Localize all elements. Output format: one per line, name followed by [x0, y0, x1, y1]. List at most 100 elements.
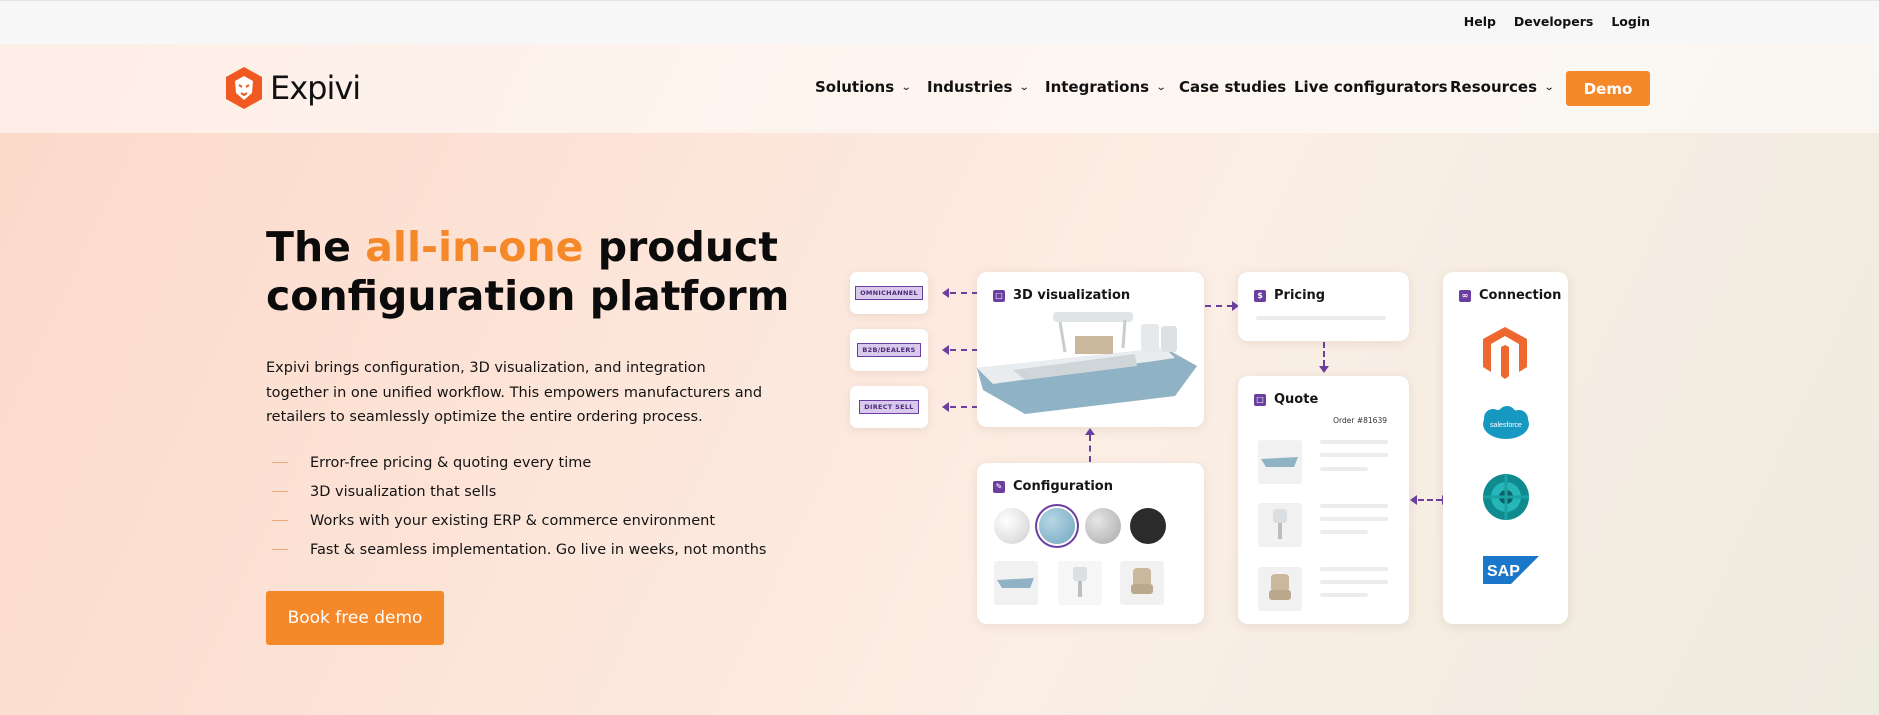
arrow-head — [1410, 495, 1417, 505]
card-title-text: Pricing — [1274, 288, 1326, 303]
channel-label: OMNICHANNEL — [855, 286, 923, 300]
bullet-dash — [272, 520, 288, 521]
brand-logo[interactable]: Expivi — [224, 66, 361, 110]
connection-title: ∞ Connection — [1459, 288, 1561, 303]
channel-b2b-dealers: B2B/DEALERS — [850, 329, 928, 371]
arrow-head — [942, 402, 949, 412]
arrow-line — [1418, 499, 1442, 501]
engine-option[interactable] — [1058, 561, 1102, 605]
nav-industries-label: Industries — [927, 78, 1013, 96]
headline-part: The — [266, 223, 366, 271]
placeholder-bar — [1320, 504, 1388, 508]
placeholder-bar — [1320, 453, 1388, 457]
document-icon: □ — [1254, 393, 1266, 406]
visualization-card: □ 3D visualization — [977, 272, 1204, 427]
arrow-line — [1089, 435, 1091, 462]
arrow-head — [942, 345, 949, 355]
chevron-down-icon: ⌄ — [1019, 81, 1031, 93]
channel-direct-sell: DIRECT SELL — [850, 386, 928, 428]
nav-resources-label: Resources — [1450, 78, 1538, 96]
brand-name: Expivi — [270, 69, 361, 107]
placeholder-bar — [1256, 316, 1386, 320]
card-title-text: Configuration — [1013, 479, 1113, 494]
channel-omnichannel: OMNICHANNEL — [850, 272, 928, 314]
nav-live-configurators[interactable]: Live configurators — [1294, 78, 1448, 96]
list-item-text: 3D visualization that sells — [310, 483, 497, 500]
list-item: Error-free pricing & quoting every time — [272, 448, 766, 477]
card-title-text: Quote — [1274, 392, 1319, 407]
hull-thumbnail — [1258, 440, 1302, 484]
nav-case-studies-label: Case studies — [1179, 78, 1287, 96]
cube-icon: □ — [993, 289, 1005, 302]
help-link[interactable]: Help — [1464, 14, 1496, 29]
list-item-text: Error-free pricing & quoting every time — [310, 454, 592, 471]
placeholder-bar — [1320, 467, 1368, 471]
dollar-icon: $ — [1254, 289, 1266, 302]
color-swatch[interactable] — [994, 508, 1030, 544]
placeholder-bar — [1320, 530, 1368, 534]
developers-link[interactable]: Developers — [1514, 14, 1593, 29]
placeholder-bar — [1320, 517, 1388, 521]
list-item-text: Works with your existing ERP & commerce … — [310, 512, 716, 529]
quote-card: □ Quote Order #81639 — [1238, 376, 1409, 624]
color-swatch[interactable] — [1085, 508, 1121, 544]
demo-button[interactable]: Demo — [1566, 71, 1650, 106]
channel-label: DIRECT SELL — [859, 400, 919, 414]
login-link[interactable]: Login — [1611, 14, 1650, 29]
bullet-dash — [272, 491, 288, 492]
nav-live-configurators-label: Live configurators — [1294, 78, 1448, 96]
placeholder-bar — [1320, 567, 1388, 571]
engine-thumbnail — [1258, 503, 1302, 547]
utility-bar: Help Developers Login — [0, 0, 1879, 44]
visualization-title: □ 3D visualization — [993, 288, 1130, 303]
card-title-text: Connection — [1479, 288, 1562, 303]
lion-head-icon — [226, 67, 262, 109]
nav-solutions[interactable]: Solutions ⌄ — [815, 78, 912, 96]
hero-intro: Expivi brings configuration, 3D visualiz… — [266, 360, 763, 425]
boat-image — [977, 312, 1197, 414]
sap-logo: SAP — [1483, 556, 1539, 584]
chevron-down-icon: ⌄ — [1543, 81, 1555, 93]
connection-card: ∞ Connection salesforce SAP — [1443, 272, 1568, 624]
arrow-head — [1085, 428, 1095, 435]
chevron-down-icon: ⌄ — [900, 81, 912, 93]
arrow-line — [1205, 305, 1233, 307]
list-item-text: Fast & seamless implementation. Go live … — [310, 541, 767, 558]
color-swatch[interactable] — [1130, 508, 1166, 544]
list-item: Works with your existing ERP & commerce … — [272, 506, 766, 535]
headline-accent: all-in-one — [365, 223, 584, 271]
utility-links: Help Developers Login — [1464, 14, 1650, 29]
dynamics-logo — [1483, 474, 1529, 520]
placeholder-bar — [1320, 440, 1388, 444]
nav-solutions-label: Solutions — [815, 78, 895, 96]
bullet-dash — [272, 549, 288, 550]
nav-resources[interactable]: Resources ⌄ — [1450, 78, 1555, 96]
pricing-title: $ Pricing — [1254, 288, 1325, 303]
nav-integrations-label: Integrations — [1045, 78, 1150, 96]
seat-option[interactable] — [1120, 561, 1164, 605]
bullet-dash — [272, 462, 288, 463]
placeholder-bar — [1320, 580, 1388, 584]
wrench-icon: ✎ — [993, 480, 1005, 493]
arrow-head — [1319, 366, 1329, 373]
arrow-line — [1323, 342, 1325, 366]
seat-thumbnail — [1258, 567, 1302, 611]
pricing-card: $ Pricing — [1238, 272, 1409, 341]
placeholder-bar — [1320, 593, 1368, 597]
configuration-card: ✎ Configuration — [977, 463, 1204, 624]
hull-option[interactable] — [994, 561, 1038, 605]
nav-integrations[interactable]: Integrations ⌄ — [1045, 78, 1167, 96]
list-item: Fast & seamless implementation. Go live … — [272, 535, 766, 564]
book-demo-button[interactable]: Book free demo — [266, 591, 444, 645]
link-icon: ∞ — [1459, 289, 1471, 302]
salesforce-logo: salesforce — [1483, 406, 1529, 439]
nav-case-studies[interactable]: Case studies — [1179, 78, 1286, 96]
configuration-title: ✎ Configuration — [993, 479, 1113, 494]
arrow-line — [950, 292, 978, 294]
color-swatch-selected[interactable] — [1039, 508, 1075, 544]
arrow-head — [942, 288, 949, 298]
quote-order-number: Order #81639 — [1333, 416, 1387, 425]
nav-industries[interactable]: Industries ⌄ — [927, 78, 1031, 96]
svg-text:SAP: SAP — [1487, 563, 1520, 580]
chevron-down-icon: ⌄ — [1155, 81, 1167, 93]
